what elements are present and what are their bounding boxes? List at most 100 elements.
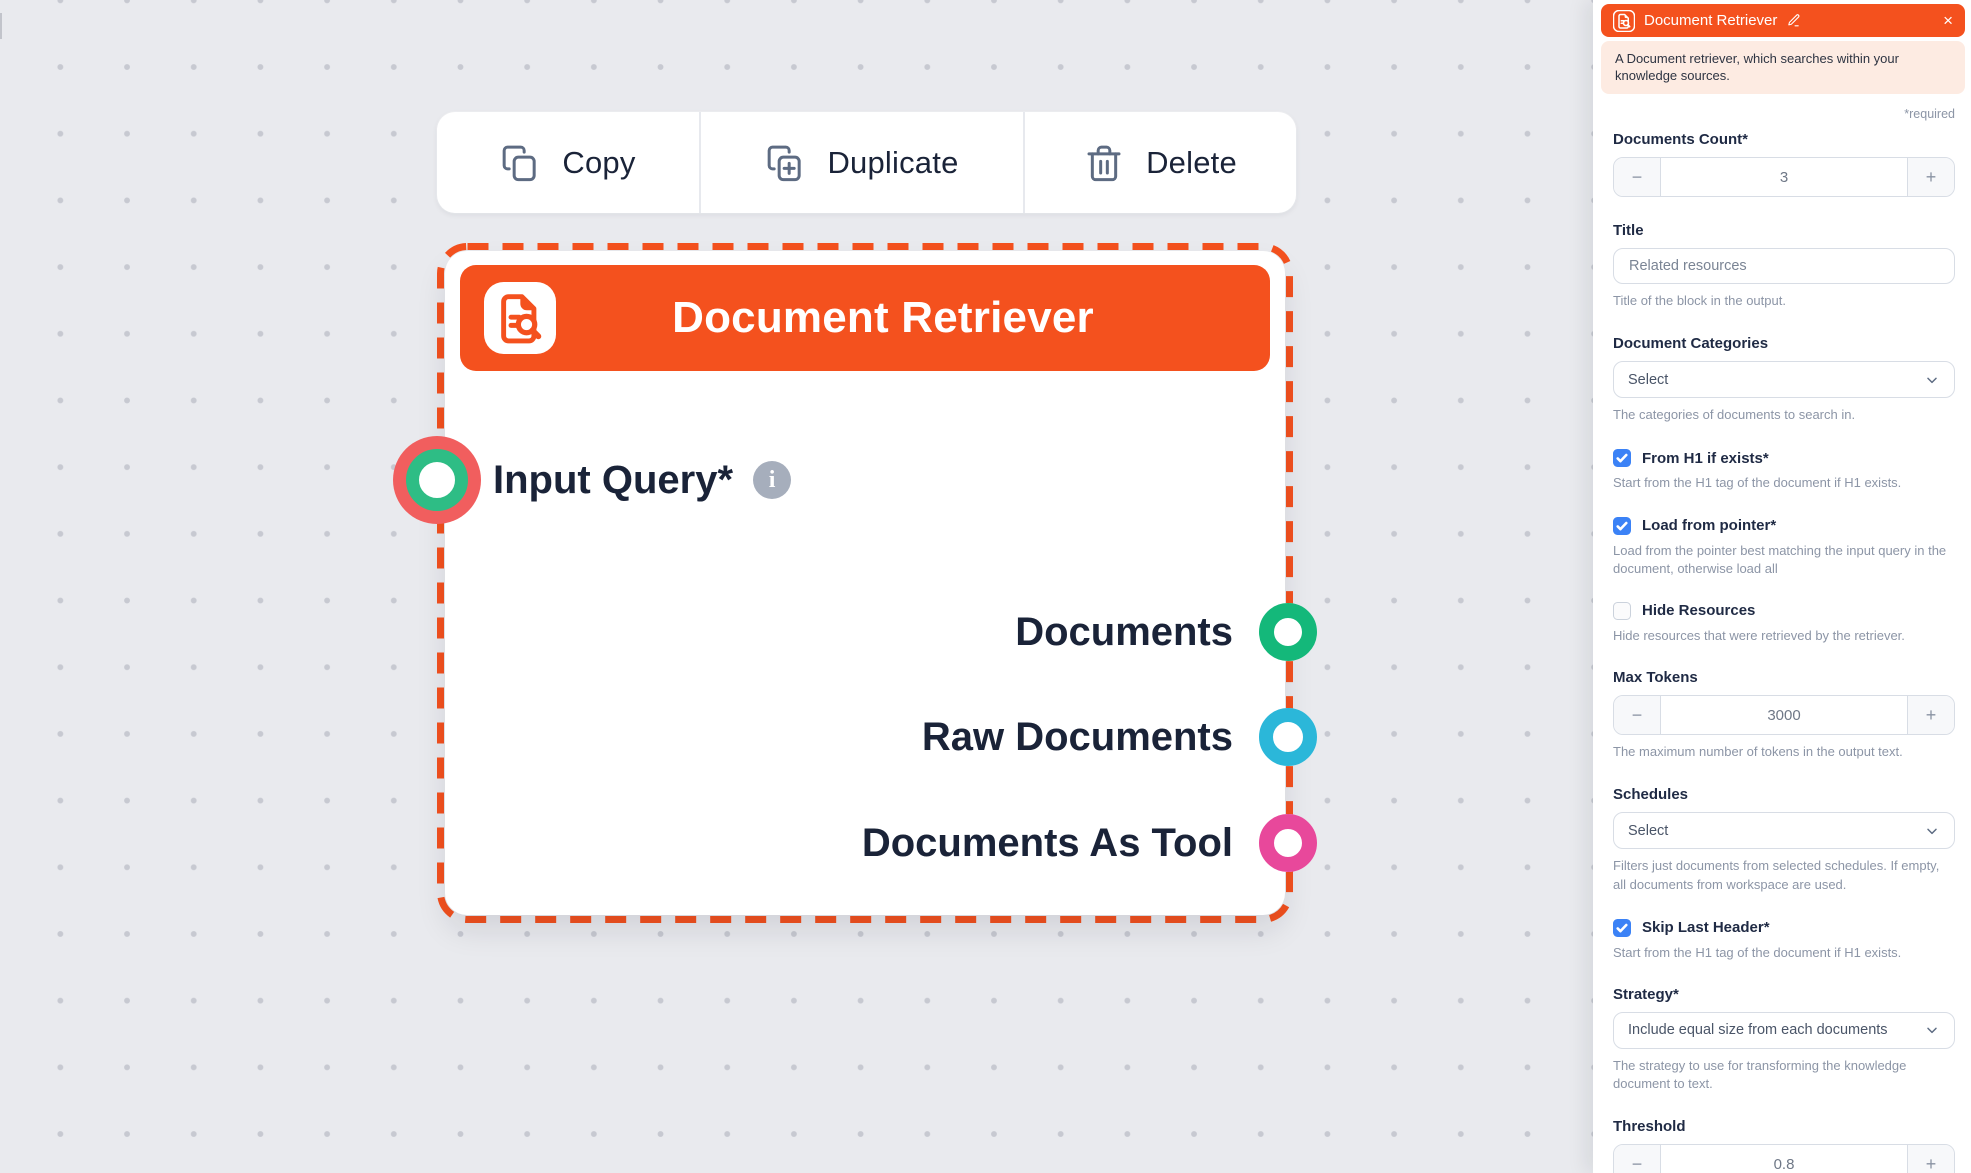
node-settings-panel: Document Retriever × A Document retrieve…: [1593, 0, 1971, 1173]
delete-button[interactable]: Delete: [1023, 112, 1296, 213]
document-categories-select[interactable]: Select: [1613, 361, 1955, 398]
document-search-icon: [1613, 10, 1635, 32]
panel-header: Document Retriever ×: [1601, 4, 1965, 37]
documents-count-stepper: − 3 +: [1613, 157, 1955, 197]
raw-documents-port-ring: [1259, 708, 1317, 766]
field-helper: The categories of documents to search in…: [1613, 406, 1955, 424]
load-from-pointer-checkbox[interactable]: [1613, 517, 1631, 535]
documents-port[interactable]: [1259, 603, 1317, 661]
raw-documents-port-label-row: Raw Documents: [922, 711, 1233, 763]
documents-as-tool-port[interactable]: [1259, 814, 1317, 872]
documents-port-label-row: Documents: [1015, 606, 1233, 658]
title-field: Title Title of the block in the output.: [1613, 222, 1955, 310]
required-note: *required: [1613, 107, 1955, 121]
node-card[interactable]: Document Retriever: [445, 251, 1285, 915]
documents-count-value[interactable]: 3: [1661, 158, 1907, 196]
title-input[interactable]: [1613, 248, 1955, 284]
select-value: Include equal size from each documents: [1628, 1022, 1924, 1038]
strategy-select[interactable]: Include equal size from each documents: [1613, 1012, 1955, 1049]
hide-resources-checkbox-row[interactable]: Hide Resources: [1613, 602, 1955, 620]
schedules-select[interactable]: Select: [1613, 812, 1955, 849]
duplicate-icon: [765, 143, 805, 183]
input-query-row: Input Query* i: [493, 454, 791, 506]
field-label: Schedules: [1613, 786, 1955, 803]
load-from-pointer-checkbox-row[interactable]: Load from pointer*: [1613, 517, 1955, 535]
duplicate-button[interactable]: Duplicate: [699, 112, 1023, 213]
node-title: Document Retriever: [556, 293, 1246, 343]
input-query-port[interactable]: [393, 436, 481, 524]
hide-resources-checkbox[interactable]: [1613, 602, 1631, 620]
edit-pencil-icon[interactable]: [1786, 13, 1801, 28]
duplicate-button-label: Duplicate: [827, 145, 958, 181]
threshold-value[interactable]: 0.8: [1661, 1145, 1907, 1173]
threshold-stepper: − 0.8 +: [1613, 1144, 1955, 1173]
field-label: Document Categories: [1613, 335, 1955, 352]
field-helper: Filters just documents from selected sch…: [1613, 857, 1955, 893]
node-description: A Document retriever, which searches wit…: [1601, 41, 1965, 94]
strategy-field: Strategy* Include equal size from each d…: [1613, 986, 1955, 1093]
max-tokens-stepper: − 3000 +: [1613, 695, 1955, 735]
select-value: Select: [1628, 372, 1924, 388]
document-categories-field: Document Categories Select The categorie…: [1613, 335, 1955, 424]
field-label: Title: [1613, 222, 1955, 239]
node-header: Document Retriever: [460, 265, 1270, 371]
documents-count-field: Documents Count* − 3 +: [1613, 131, 1955, 197]
canvas-edge-artifact: [0, 13, 2, 39]
from-h1-checkbox[interactable]: [1613, 449, 1631, 467]
panel-body: *required Documents Count* − 3 + Title T…: [1601, 107, 1965, 1173]
select-value: Select: [1628, 823, 1924, 839]
field-label: Threshold: [1613, 1118, 1955, 1135]
field-helper: The strategy to use for transforming the…: [1613, 1057, 1955, 1093]
field-label: Strategy*: [1613, 986, 1955, 1003]
chevron-down-icon: [1924, 823, 1940, 839]
node-toolbar: Copy Duplicate Delete: [437, 112, 1296, 213]
checkbox-label: Hide Resources: [1642, 602, 1755, 619]
copy-icon: [500, 143, 540, 183]
raw-documents-port[interactable]: [1259, 708, 1317, 766]
documents-port-ring: [1259, 603, 1317, 661]
load-from-pointer-field: Load from pointer* Load from the pointer…: [1613, 517, 1955, 578]
from-h1-checkbox-row[interactable]: From H1 if exists*: [1613, 449, 1955, 467]
skip-last-header-field: Skip Last Header* Start from the H1 tag …: [1613, 919, 1955, 962]
chevron-down-icon: [1924, 372, 1940, 388]
close-panel-button[interactable]: ×: [1943, 12, 1953, 29]
documents-port-label: Documents: [1015, 610, 1233, 655]
check-icon: [1616, 452, 1628, 464]
copy-button-label: Copy: [562, 145, 635, 181]
field-helper: The maximum number of tokens in the outp…: [1613, 743, 1955, 761]
decrement-button[interactable]: −: [1614, 1145, 1661, 1173]
hide-resources-field: Hide Resources Hide resources that were …: [1613, 602, 1955, 645]
field-helper: Hide resources that were retrieved by th…: [1613, 627, 1955, 645]
threshold-field: Threshold − 0.8 +: [1613, 1118, 1955, 1173]
increment-button[interactable]: +: [1907, 696, 1954, 734]
field-helper: Start from the H1 tag of the document if…: [1613, 474, 1955, 492]
decrement-button[interactable]: −: [1614, 696, 1661, 734]
trash-icon: [1084, 143, 1124, 183]
from-h1-field: From H1 if exists* Start from the H1 tag…: [1613, 449, 1955, 492]
increment-button[interactable]: +: [1907, 1145, 1954, 1173]
field-helper: Start from the H1 tag of the document if…: [1613, 944, 1955, 962]
copy-button[interactable]: Copy: [437, 112, 699, 213]
decrement-button[interactable]: −: [1614, 158, 1661, 196]
check-icon: [1616, 520, 1628, 532]
info-icon[interactable]: i: [753, 461, 791, 499]
documents-as-tool-port-label: Documents As Tool: [862, 821, 1233, 866]
increment-button[interactable]: +: [1907, 158, 1954, 196]
skip-last-header-checkbox[interactable]: [1613, 919, 1631, 937]
max-tokens-value[interactable]: 3000: [1661, 696, 1907, 734]
field-helper: Title of the block in the output.: [1613, 292, 1955, 310]
flow-canvas[interactable]: Copy Duplicate Delete: [0, 0, 1593, 1173]
input-query-port-ring: [406, 449, 468, 511]
skip-last-header-checkbox-row[interactable]: Skip Last Header*: [1613, 919, 1955, 937]
documents-as-tool-port-ring: [1259, 814, 1317, 872]
checkbox-label: Skip Last Header*: [1642, 919, 1770, 936]
raw-documents-port-label: Raw Documents: [922, 715, 1233, 760]
document-retriever-node[interactable]: Document Retriever Input Query* i Docume…: [437, 243, 1293, 923]
check-icon: [1616, 922, 1628, 934]
checkbox-label: Load from pointer*: [1642, 517, 1776, 534]
field-label: Documents Count*: [1613, 131, 1955, 148]
checkbox-label: From H1 if exists*: [1642, 450, 1769, 467]
input-query-label: Input Query*: [493, 458, 733, 503]
schedules-field: Schedules Select Filters just documents …: [1613, 786, 1955, 893]
max-tokens-field: Max Tokens − 3000 + The maximum number o…: [1613, 669, 1955, 761]
